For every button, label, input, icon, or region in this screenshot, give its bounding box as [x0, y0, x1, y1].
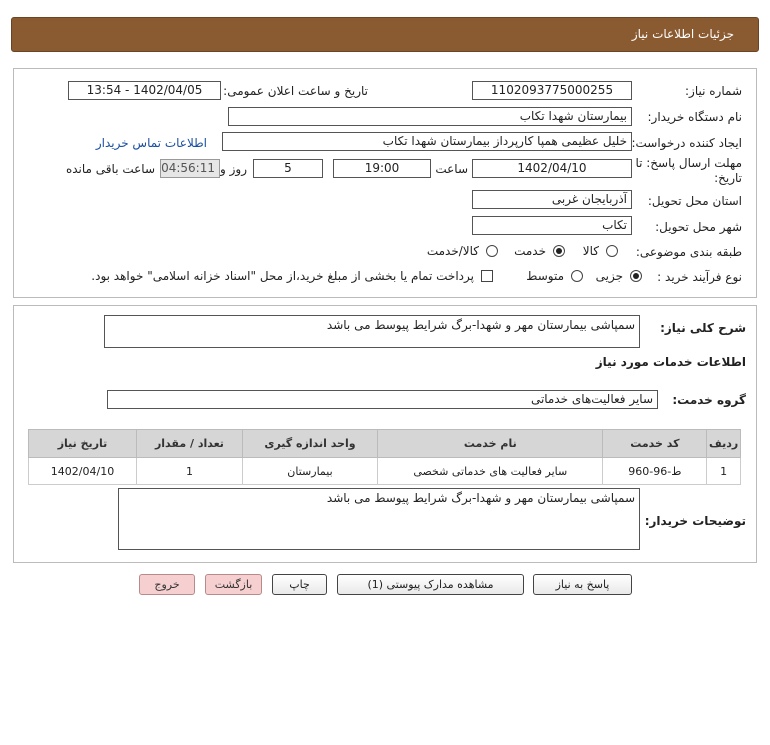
services-section-title: اطلاعات خدمات مورد نیاز [595, 355, 746, 369]
requester-label: ایجاد کننده درخواست: [631, 136, 742, 150]
province-field: آذربایجان غربی [472, 190, 632, 209]
view-attachments-button[interactable]: مشاهده مدارک پیوستی (1) [337, 574, 524, 595]
services-table: ردیف کد خدمت نام خدمت واحد اندازه گیری ت… [27, 429, 741, 485]
buyer-org-field: بیمارستان شهدا تکاب [228, 107, 632, 126]
days-remaining-field: 5 [253, 159, 323, 178]
column-header-need-date: تاریخ نیاز [27, 429, 138, 458]
category-radio-goods[interactable] [606, 245, 618, 257]
remaining-time-field: 04:56:11 [160, 159, 220, 178]
category-radio-service[interactable] [553, 245, 565, 257]
page-title: جزئیات اطلاعات نیاز [631, 27, 734, 41]
treasury-payment-checkbox[interactable] [481, 270, 493, 282]
buyer-contact-link[interactable]: اطلاعات تماس خریدار [96, 136, 207, 150]
table-header-row: ردیف کد خدمت نام خدمت واحد اندازه گیری ت… [27, 429, 741, 458]
service-group-field: سایر فعالیت‌های خدماتی [107, 390, 658, 409]
column-header-service-code: کد خدمت [602, 429, 708, 458]
category-option-goods-service: کالا/خدمت [426, 244, 479, 258]
cell-row-number: 1 [706, 457, 741, 485]
need-number-field: 1102093775000255 [472, 81, 632, 100]
page-header: جزئیات اطلاعات نیاز [11, 17, 759, 52]
column-header-row-number: ردیف [706, 429, 741, 458]
cell-unit: بیمارستان [241, 457, 379, 485]
column-header-service-name: نام خدمت [377, 429, 604, 458]
summary-label: شرح کلی نیاز: [660, 321, 746, 335]
process-radio-minor[interactable] [630, 270, 642, 282]
deadline-time-field: 19:00 [333, 159, 431, 178]
category-label: طبقه بندی موضوعی: [635, 245, 742, 259]
process-radio-medium[interactable] [571, 270, 583, 282]
announce-label: تاریخ و ساعت اعلان عمومی: [223, 84, 368, 98]
city-field: تکاب [472, 216, 632, 235]
category-radio-goods-service[interactable] [486, 245, 498, 257]
treasury-payment-note: پرداخت تمام یا بخشی از مبلغ خرید،از محل … [91, 269, 474, 283]
buyer-notes-label: توضیحات خریدار: [644, 514, 746, 528]
process-type-label: نوع فرآیند خرید : [657, 270, 742, 284]
province-label: استان محل تحویل: [647, 194, 742, 208]
city-label: شهر محل تحویل: [655, 220, 742, 234]
announce-field: 1402/04/05 - 13:54 [68, 81, 221, 100]
cell-need-date: 1402/04/10 [27, 457, 138, 485]
requester-field: خلیل عظیمی همپا کارپرداز بیمارستان شهدا … [222, 132, 632, 151]
cell-quantity: 1 [136, 457, 243, 485]
deadline-time-label: ساعت [435, 162, 468, 176]
print-button[interactable]: چاپ [272, 574, 327, 595]
buyer-notes-field: سمپاشی بیمارستان مهر و شهدا-برگ شرایط پی… [118, 488, 640, 550]
category-option-service: خدمت [514, 244, 546, 258]
reply-button[interactable]: پاسخ به نیاز [533, 574, 632, 595]
service-group-label: گروه خدمت: [672, 393, 746, 407]
column-header-unit: واحد اندازه گیری [241, 429, 379, 458]
remaining-time-label: ساعت باقی مانده [65, 162, 155, 176]
need-number-label: شماره نیاز: [685, 84, 742, 98]
exit-button[interactable]: خروج [139, 574, 195, 595]
deadline-date-field: 1402/04/10 [472, 159, 632, 178]
back-button[interactable]: بازگشت [205, 574, 262, 595]
deadline-label: مهلت ارسال پاسخ: تا تاریخ: [635, 156, 742, 185]
summary-field: سمپاشی بیمارستان مهر و شهدا-برگ شرایط پی… [104, 315, 640, 348]
cell-service-code: ط-96-960 [602, 457, 708, 485]
table-row: 1 ط-96-960 سایر فعالیت های خدماتی شخصی ب… [27, 457, 741, 485]
process-option-minor: جزیی [595, 269, 623, 283]
days-label: روز و [220, 162, 247, 176]
buyer-org-label: نام دستگاه خریدار: [647, 110, 743, 124]
column-header-quantity: تعداد / مقدار [136, 429, 243, 458]
cell-service-name: سایر فعالیت های خدماتی شخصی [377, 457, 604, 485]
process-option-medium: متوسط [526, 269, 564, 283]
category-option-goods: کالا [582, 244, 599, 258]
